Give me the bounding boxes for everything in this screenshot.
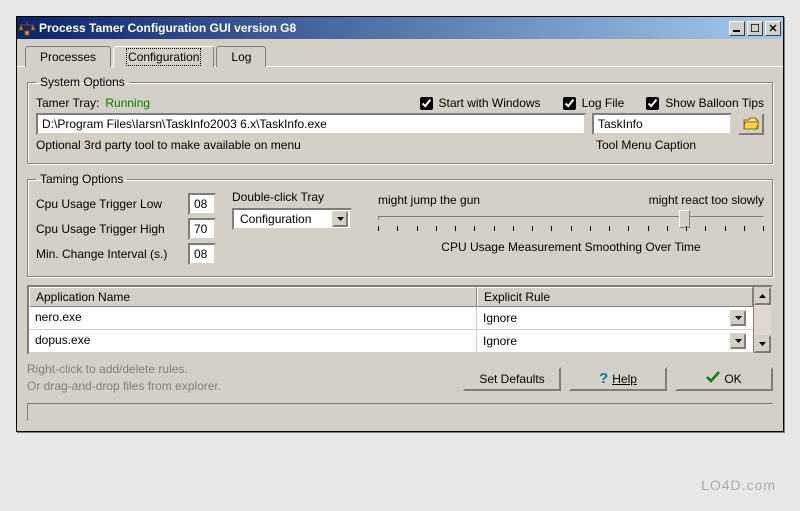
- window-title: Process Tamer Configuration GUI version …: [39, 21, 727, 35]
- tool-caption-hint: Tool Menu Caption: [596, 138, 764, 152]
- app-icon: [19, 20, 35, 36]
- dblclick-label: Double-click Tray: [232, 190, 362, 204]
- table-scrollbar[interactable]: [753, 287, 771, 353]
- system-options-group: System Options Tamer Tray: Running Start…: [27, 75, 773, 164]
- cpu-high-label: Cpu Usage Trigger High: [36, 222, 165, 236]
- tool-path-hint: Optional 3rd party tool to make availabl…: [36, 138, 301, 152]
- ok-button[interactable]: OK: [675, 367, 773, 391]
- tab-processes[interactable]: Processes: [25, 46, 111, 67]
- min-interval-input[interactable]: [188, 243, 216, 265]
- help-icon: ?: [599, 370, 608, 387]
- scroll-down-icon[interactable]: [754, 335, 771, 353]
- col-header-app[interactable]: Application Name: [29, 287, 477, 307]
- tool-path-input[interactable]: [36, 113, 586, 135]
- slider-right-hint: might react too slowly: [649, 193, 764, 207]
- check-icon: [706, 371, 720, 386]
- status-bar: [27, 403, 773, 421]
- smoothing-slider[interactable]: [378, 210, 764, 240]
- rule-dropdown-icon[interactable]: [730, 310, 746, 326]
- tool-caption-input[interactable]: [592, 113, 732, 135]
- log-file-checkbox[interactable]: [563, 97, 576, 110]
- log-file-label: Log File: [582, 96, 625, 110]
- cpu-low-label: Cpu Usage Trigger Low: [36, 197, 162, 211]
- titlebar[interactable]: Process Tamer Configuration GUI version …: [17, 17, 783, 39]
- cell-app: nero.exe: [29, 307, 477, 329]
- tray-label: Tamer Tray:: [36, 96, 99, 110]
- app-window: Process Tamer Configuration GUI version …: [16, 16, 784, 432]
- help-button[interactable]: ? Help: [569, 367, 667, 391]
- minimize-button[interactable]: [729, 21, 745, 36]
- cell-rule: Ignore: [483, 311, 517, 325]
- dblclick-select[interactable]: Configuration: [232, 208, 352, 230]
- tab-configuration[interactable]: Configuration: [113, 46, 214, 67]
- col-header-rule[interactable]: Explicit Rule: [477, 287, 753, 307]
- dropdown-arrow-icon: [332, 211, 348, 227]
- cpu-high-input[interactable]: [188, 218, 216, 240]
- system-options-legend: System Options: [36, 75, 129, 89]
- table-row[interactable]: nero.exe Ignore: [29, 307, 753, 330]
- taming-options-legend: Taming Options: [36, 172, 127, 186]
- start-with-windows-label: Start with Windows: [439, 96, 541, 110]
- start-with-windows-checkbox[interactable]: [420, 97, 433, 110]
- tab-log[interactable]: Log: [216, 46, 266, 67]
- scroll-up-icon[interactable]: [754, 287, 771, 305]
- set-defaults-button[interactable]: Set Defaults: [463, 367, 561, 391]
- browse-button[interactable]: [738, 113, 764, 135]
- cpu-low-input[interactable]: [188, 193, 216, 215]
- tab-bar: Processes Configuration Log: [17, 39, 783, 66]
- min-interval-label: Min. Change Interval (s.): [36, 247, 167, 261]
- dblclick-value: Configuration: [240, 212, 311, 226]
- rule-dropdown-icon[interactable]: [730, 333, 746, 349]
- maximize-button[interactable]: [747, 21, 763, 36]
- slider-caption: CPU Usage Measurement Smoothing Over Tim…: [378, 240, 764, 254]
- table-row[interactable]: dopus.exe Ignore: [29, 330, 753, 353]
- rules-table: Application Name Explicit Rule nero.exe …: [27, 285, 773, 355]
- taming-options-group: Taming Options Cpu Usage Trigger Low Cpu…: [27, 172, 773, 277]
- show-balloon-checkbox[interactable]: [646, 97, 659, 110]
- tab-content: System Options Tamer Tray: Running Start…: [17, 66, 783, 431]
- show-balloon-label: Show Balloon Tips: [665, 96, 764, 110]
- close-button[interactable]: [765, 21, 781, 36]
- tray-status: Running: [105, 96, 150, 110]
- watermark: LO4D.com: [701, 477, 776, 493]
- cell-app: dopus.exe: [29, 330, 477, 352]
- cell-rule: Ignore: [483, 334, 517, 348]
- slider-left-hint: might jump the gun: [378, 193, 480, 207]
